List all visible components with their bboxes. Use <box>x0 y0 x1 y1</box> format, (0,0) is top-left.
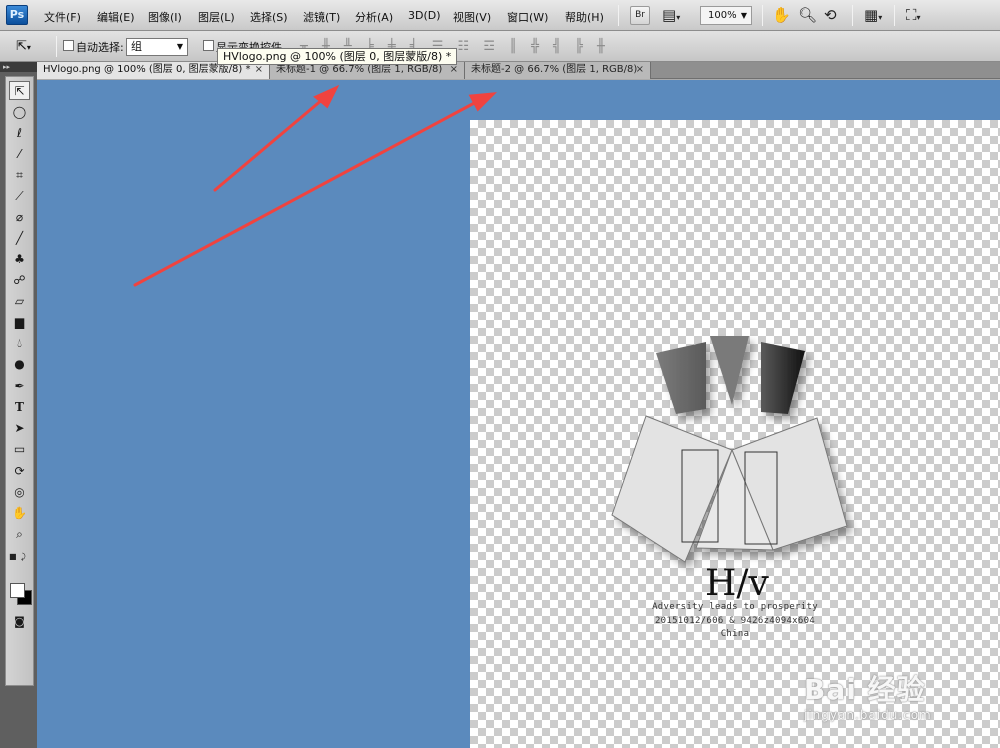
annotation-arrow-2 <box>133 99 480 287</box>
annotation-arrow-1 <box>213 97 325 192</box>
arrow-head-2-icon <box>468 92 497 112</box>
foreground-color-swatch[interactable] <box>10 583 25 598</box>
tab-tooltip: HVlogo.png @ 100% (图层 0, 图层蒙版/8) * <box>217 48 458 65</box>
annotation-arrows <box>133 84 497 287</box>
